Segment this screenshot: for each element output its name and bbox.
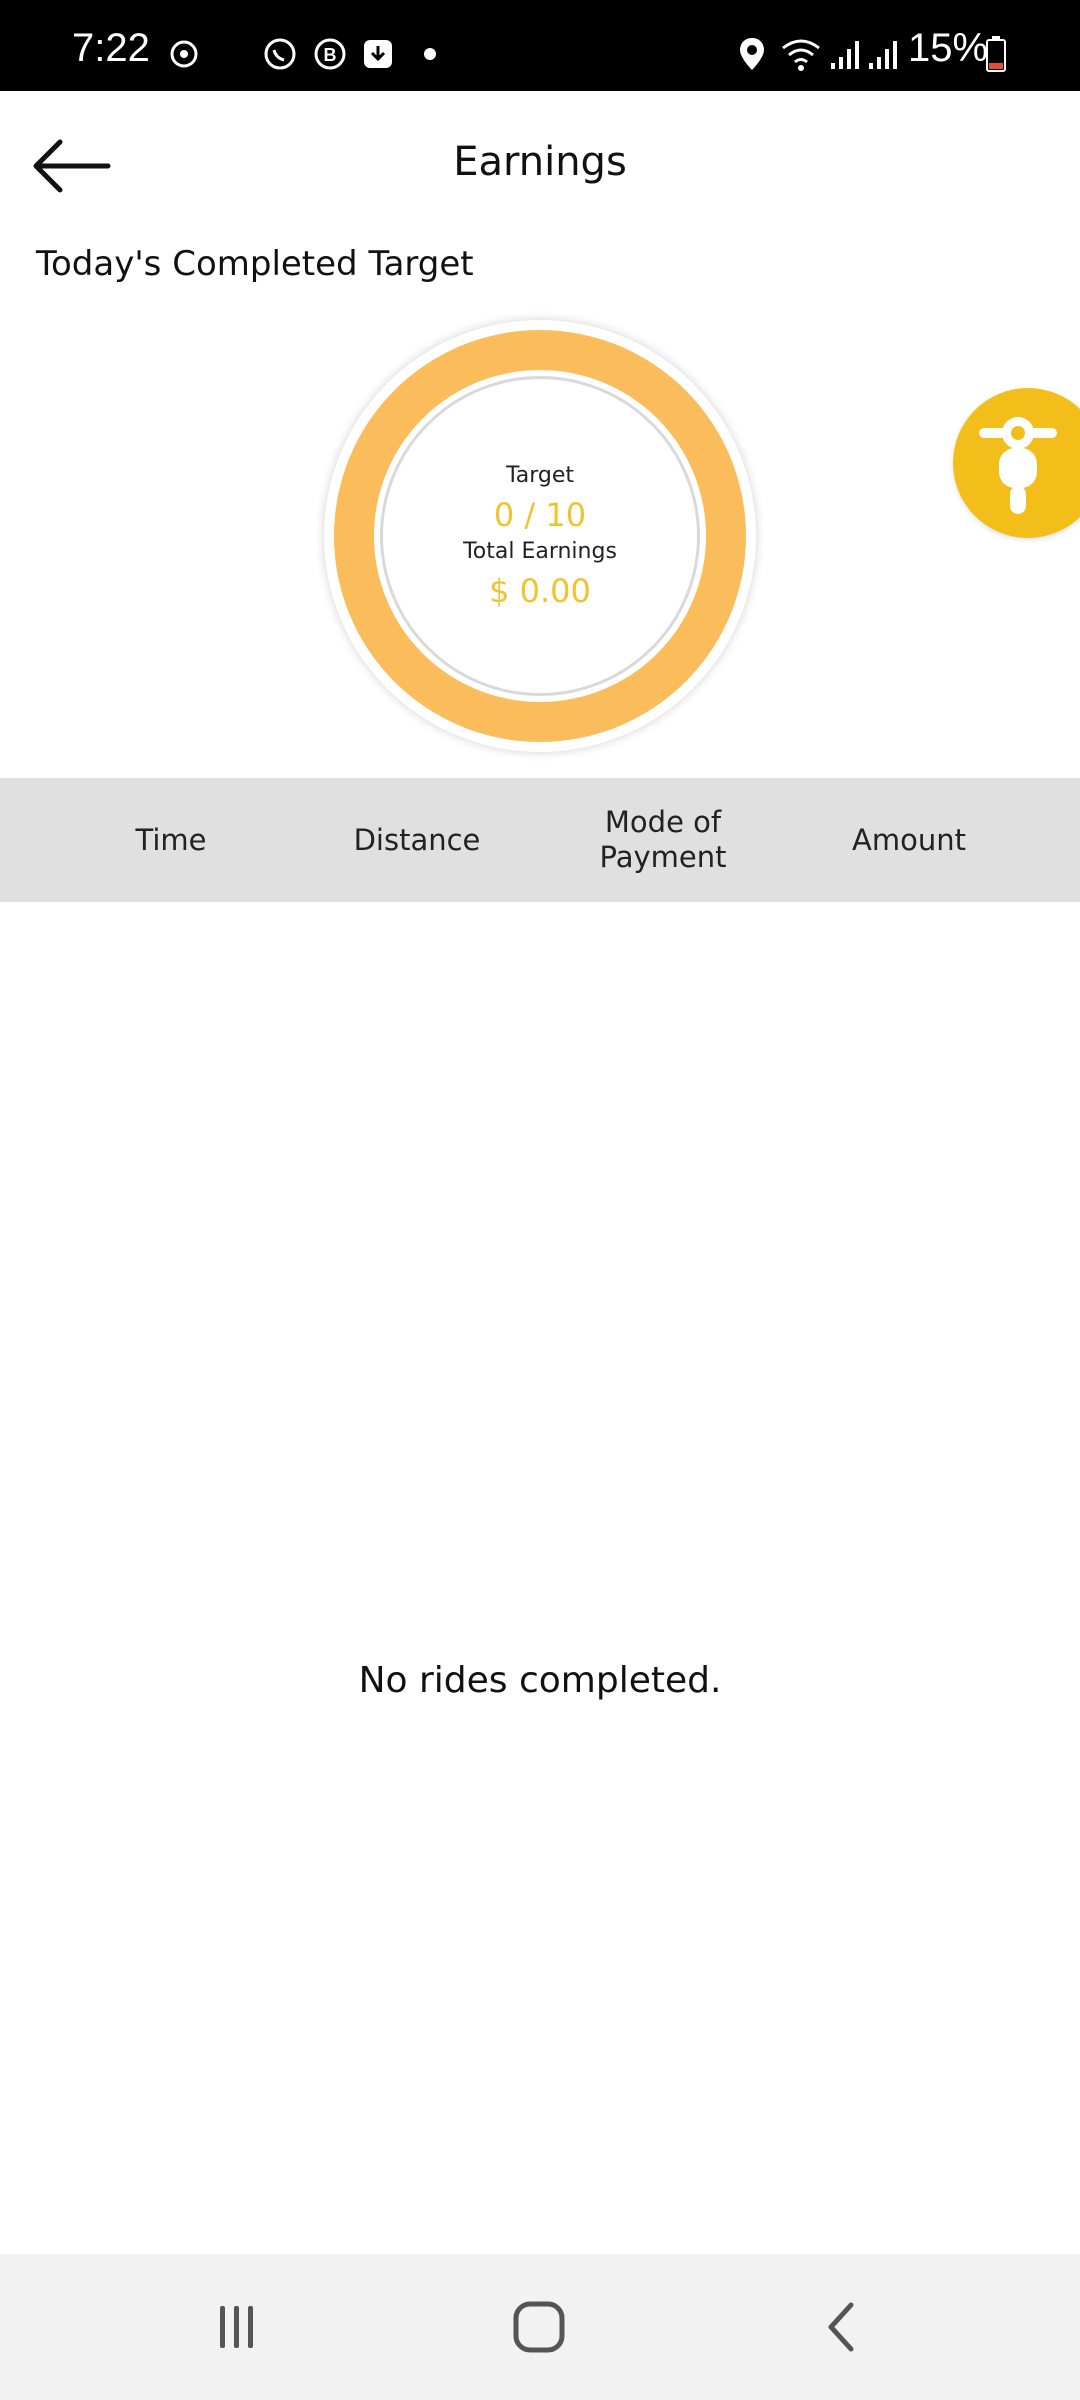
home-icon: [513, 2301, 565, 2353]
column-header-amount: Amount: [786, 778, 1032, 902]
bike-fab-button[interactable]: [953, 388, 1080, 538]
target-ring-inner-border: [380, 376, 700, 696]
app-bar: Earnings: [0, 91, 1080, 241]
signal-icon: [828, 34, 864, 74]
home-button[interactable]: [494, 2282, 584, 2372]
status-time: 7:22: [72, 26, 150, 70]
nav-back-icon: [828, 2302, 854, 2352]
target-value: 0 / 10: [493, 496, 587, 534]
dot-icon: [420, 34, 440, 74]
wifi-icon: [778, 34, 824, 74]
section-title: Today's Completed Target: [36, 244, 474, 284]
page-title: Earnings: [453, 139, 627, 185]
column-header-label: Mode of Payment: [599, 805, 727, 874]
target-label: Target: [505, 463, 575, 488]
b-icon: B: [310, 34, 350, 74]
column-header-mode-of-payment: Mode of Payment: [540, 778, 786, 902]
column-header-label: Amount: [852, 822, 966, 857]
column-header-label: Distance: [353, 822, 481, 857]
total-earnings-label: Total Earnings: [463, 539, 617, 564]
status-bar: 7:22 B 15%: [0, 0, 1080, 91]
location-icon: [736, 34, 768, 74]
svg-text:B: B: [324, 45, 337, 65]
nav-back-button[interactable]: [796, 2282, 886, 2372]
empty-state-message: No rides completed.: [358, 1660, 722, 1701]
download-icon: [358, 34, 398, 74]
battery-icon: [984, 34, 1008, 74]
column-header-distance: Distance: [294, 778, 540, 902]
motorbike-icon: [979, 417, 1057, 514]
battery-percentage: 15%: [908, 26, 989, 70]
signal-icon: [866, 34, 902, 74]
whatsapp-icon: [260, 34, 300, 74]
table-header: Time Distance Mode of Payment Amount: [0, 778, 1080, 902]
recent-apps-icon: [220, 2306, 253, 2348]
total-earnings-value: $ 0.00: [489, 572, 591, 610]
system-nav-bar: [0, 2254, 1080, 2400]
column-header-time: Time: [48, 778, 294, 902]
column-header-label: Time: [135, 822, 207, 857]
recent-apps-button[interactable]: [192, 2282, 282, 2372]
sync-icon: [166, 34, 202, 74]
